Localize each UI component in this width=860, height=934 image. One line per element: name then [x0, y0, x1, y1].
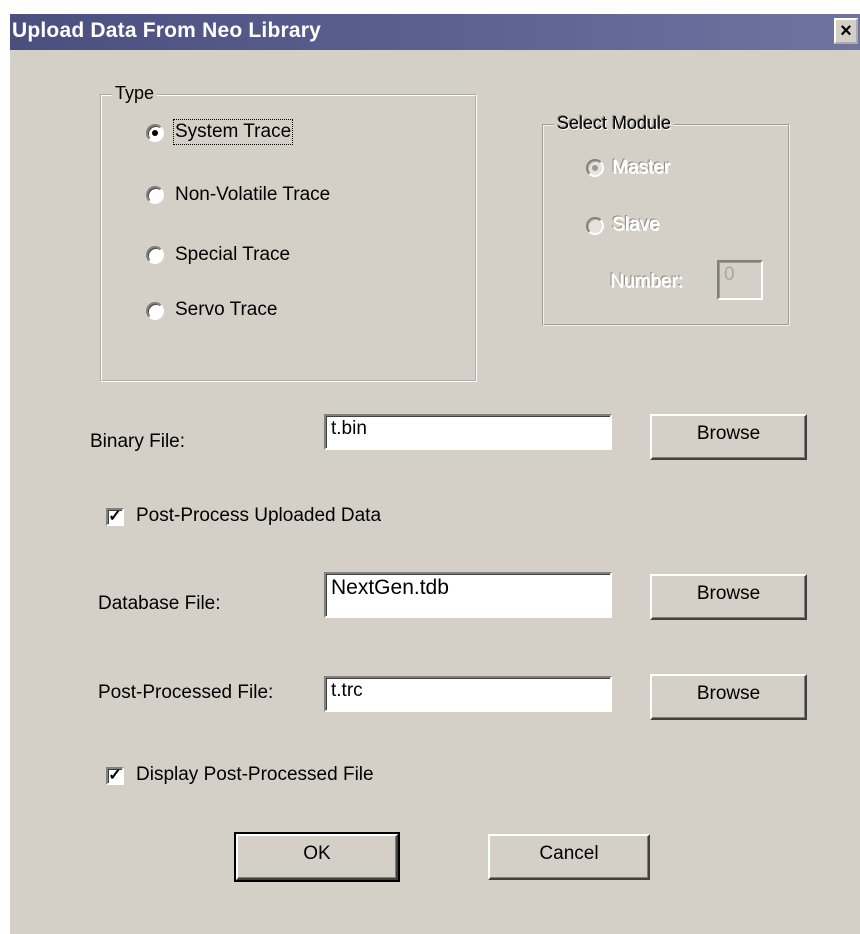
select-module-legend: Select Module — [554, 113, 675, 134]
ok-button-label: OK — [303, 843, 331, 864]
binary-file-label: Binary File: — [90, 431, 186, 452]
system-trace-label[interactable]: System Trace — [172, 119, 294, 145]
system-trace-radio[interactable] — [146, 124, 164, 142]
close-button[interactable]: × — [834, 18, 858, 44]
title-bar: Upload Data From Neo Library × — [10, 14, 860, 50]
display-file-label[interactable]: Display Post-Processed File — [136, 764, 374, 786]
master-label[interactable]: Master — [612, 157, 670, 179]
cancel-button-label: Cancel — [539, 843, 599, 864]
database-browse-label: Browse — [696, 583, 761, 604]
database-file-label: Database File: — [98, 593, 221, 614]
database-browse-button[interactable]: Browse — [650, 574, 807, 620]
slave-radio[interactable] — [586, 217, 604, 235]
display-file-check-icon: ✓ — [108, 767, 122, 784]
number-field[interactable]: 0 — [717, 260, 763, 300]
upload-dialog: Upload Data From Neo Library × Type Syst… — [10, 14, 860, 934]
slave-label[interactable]: Slave — [612, 214, 660, 236]
post-process-checkbox[interactable]: ✓ — [106, 508, 124, 526]
post-processed-browse-label: Browse — [696, 683, 761, 704]
dialog-title: Upload Data From Neo Library — [12, 19, 321, 42]
display-file-checkbox[interactable]: ✓ — [106, 767, 124, 785]
cancel-button[interactable]: Cancel — [488, 834, 650, 880]
binary-browse-button[interactable]: Browse — [650, 414, 807, 460]
ok-button[interactable]: OK — [234, 832, 400, 882]
binary-browse-label: Browse — [696, 423, 761, 444]
non-volatile-trace-label[interactable]: Non-Volatile Trace — [175, 184, 330, 206]
post-processed-browse-button[interactable]: Browse — [650, 674, 807, 720]
special-trace-label[interactable]: Special Trace — [175, 244, 290, 266]
close-icon: × — [840, 20, 852, 42]
number-label: Number: — [610, 271, 683, 292]
master-radio[interactable] — [586, 159, 604, 177]
post-process-label[interactable]: Post-Process Uploaded Data — [136, 505, 381, 527]
special-trace-radio[interactable] — [146, 246, 164, 264]
post-processed-file-label: Post-Processed File: — [98, 682, 274, 703]
post-processed-file-input[interactable]: t.trc — [324, 676, 612, 712]
database-file-input[interactable]: NextGen.tdb — [324, 572, 612, 618]
type-group-legend: Type — [112, 83, 158, 104]
servo-trace-radio[interactable] — [146, 302, 164, 320]
post-process-check-icon: ✓ — [108, 508, 122, 525]
servo-trace-label[interactable]: Servo Trace — [175, 299, 277, 321]
binary-file-input[interactable]: t.bin — [324, 414, 612, 450]
non-volatile-trace-radio[interactable] — [146, 186, 164, 204]
